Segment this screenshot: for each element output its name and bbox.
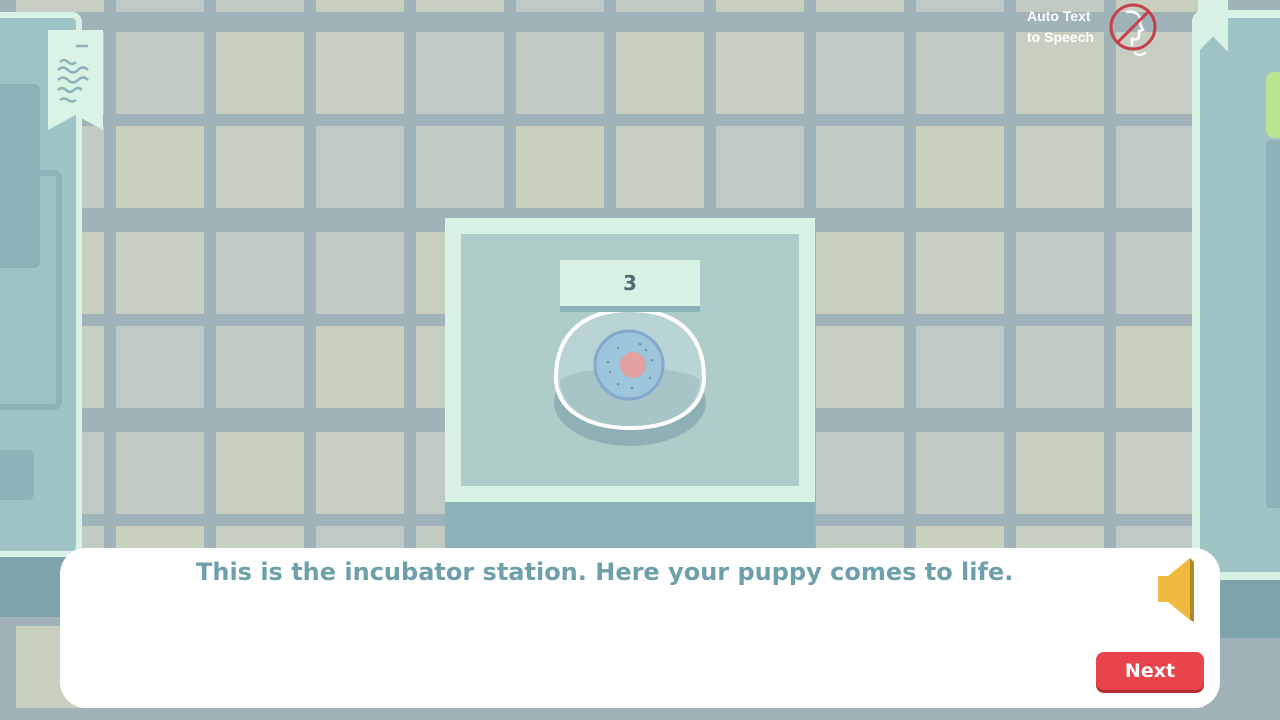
floor-tile: [1016, 432, 1104, 514]
floor-tile: [216, 432, 304, 514]
incubator-station-base: [445, 502, 815, 552]
floor-tile: [516, 0, 604, 12]
floor-tile: [16, 0, 104, 12]
floor-tile: [716, 32, 804, 114]
tts-label-line-2: to Speech: [1027, 29, 1094, 45]
floor-tile: [116, 126, 204, 208]
floor-tile: [716, 126, 804, 208]
floor-tile: [916, 32, 1004, 114]
floor-tile: [316, 0, 404, 12]
floor-tile: [416, 0, 504, 12]
floor-tile: [216, 32, 304, 114]
incubator-count-label: 3: [560, 260, 700, 312]
floor-tile: [216, 232, 304, 314]
floor-tile: [216, 126, 304, 208]
left-cabinet-door: [0, 170, 62, 410]
floor-tile: [816, 232, 904, 314]
left-cabinet-handle: [0, 450, 34, 500]
floor-tile: [916, 0, 1004, 12]
floor-tile: [1116, 232, 1204, 314]
floor-tile: [816, 432, 904, 514]
floor-tile: [816, 0, 904, 12]
floor-tile: [916, 232, 1004, 314]
floor-tile: [616, 126, 704, 208]
floor-tile: [916, 126, 1004, 208]
floor-tile: [316, 432, 404, 514]
floor-tile: [1016, 326, 1104, 408]
floor-tile: [116, 0, 204, 12]
floor-tile: [116, 232, 204, 314]
floor-tile: [1116, 432, 1204, 514]
floor-tile: [516, 32, 604, 114]
floor-tile: [716, 0, 804, 12]
speaker-icon[interactable]: [1156, 558, 1196, 624]
right-cabinet-panel: [1266, 140, 1280, 508]
floor-tile: [316, 326, 404, 408]
floor-tile: [316, 126, 404, 208]
floor-tile: [316, 32, 404, 114]
floor-tile: [516, 126, 604, 208]
floor-tile: [816, 126, 904, 208]
floor-tile: [1016, 232, 1104, 314]
floor-tile: [1016, 126, 1104, 208]
dialogue-text: This is the incubator station. Here your…: [196, 558, 1014, 586]
floor-tile: [816, 32, 904, 114]
floor-tile: [616, 0, 704, 12]
floor-tile: [416, 126, 504, 208]
right-cabinet-indicator: [1266, 72, 1280, 138]
floor-tile: [916, 432, 1004, 514]
incubator-dome-icon[interactable]: [548, 300, 712, 450]
next-button[interactable]: Next: [1096, 652, 1204, 690]
floor-tile: [116, 32, 204, 114]
floor-tile: [116, 326, 204, 408]
speech-off-icon[interactable]: [1108, 2, 1160, 60]
floor-tile: [416, 32, 504, 114]
floor-tile: [1116, 326, 1204, 408]
floor-tile: [216, 0, 304, 12]
floor-tile: [816, 326, 904, 408]
tts-toggle-label[interactable]: Auto Text to Speech: [1027, 6, 1107, 48]
floor-tile: [616, 32, 704, 114]
floor-tile: [316, 232, 404, 314]
floor-tile: [1116, 126, 1204, 208]
floor-tile: [216, 326, 304, 408]
floor-tile: [116, 432, 204, 514]
tts-label-line-1: Auto Text: [1027, 8, 1091, 24]
floor-tile: [916, 326, 1004, 408]
notes-bookmark-icon[interactable]: [48, 30, 103, 130]
